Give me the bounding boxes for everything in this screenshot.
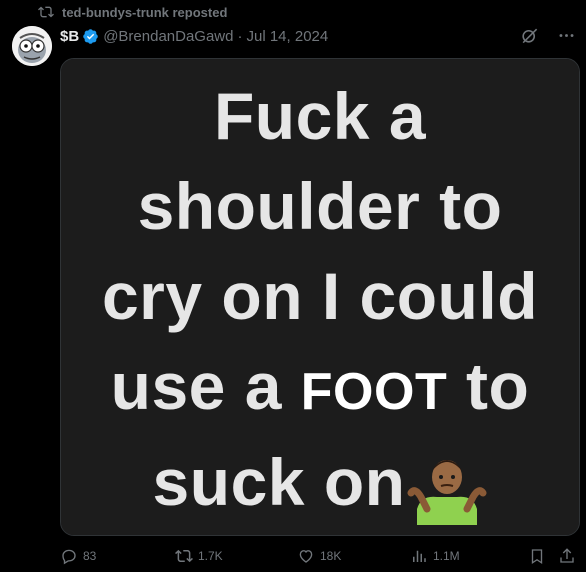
meme-line-2: shoulder to	[137, 168, 503, 243]
heart-icon	[299, 550, 313, 563]
more-options-icon[interactable]	[557, 26, 576, 45]
repost-icon	[38, 6, 54, 18]
views-icon	[413, 550, 426, 562]
avatar[interactable]	[12, 26, 52, 66]
meme-line-3: cry on I could	[101, 258, 539, 333]
tweet-media[interactable]: Fuck a shoulder to cry on I could use a …	[60, 58, 580, 536]
post-date[interactable]: Jul 14, 2024	[247, 28, 329, 45]
meme-line-1: Fuck a	[213, 78, 427, 153]
header-actions	[520, 26, 576, 45]
meme-line-4-pre: use a	[110, 348, 282, 423]
tweet-actions: 83 1.7K 18K 1.1M	[60, 545, 574, 567]
tweet-header: $B @BrendanDaGawd · Jul 14, 2024	[60, 26, 574, 46]
share-icon	[560, 548, 574, 563]
repost-count: 1.7K	[198, 549, 223, 563]
meme-line-5: suck on	[153, 437, 488, 528]
repost-button[interactable]: 1.7K	[175, 547, 223, 565]
like-count: 18K	[320, 549, 342, 563]
bookmark-button[interactable]	[528, 547, 546, 565]
share-button[interactable]	[558, 547, 576, 565]
views-button[interactable]: 1.1M	[410, 547, 460, 565]
user-handle[interactable]: @BrendanDaGawd	[103, 28, 233, 45]
meme-line-4: use a FOOT to	[111, 341, 530, 437]
repost-context[interactable]: ted-bundys-trunk reposted	[38, 4, 227, 20]
display-name[interactable]: $B	[60, 28, 79, 45]
meme-line-4-emph: FOOT	[300, 362, 448, 421]
like-button[interactable]: 18K	[297, 547, 341, 565]
meme-line-4-post: to	[466, 348, 530, 423]
meme-line-5-text: suck on	[152, 444, 406, 519]
bookmark-icon	[531, 549, 543, 565]
shrug-emoji-icon	[407, 460, 487, 526]
grok-icon[interactable]	[520, 26, 539, 45]
avatar-image	[12, 26, 52, 66]
repost-text: ted-bundys-trunk reposted	[62, 4, 228, 20]
verified-badge-icon	[83, 28, 98, 44]
reply-icon	[62, 549, 76, 565]
meme-image: Fuck a shoulder to cry on I could use a …	[61, 59, 579, 535]
repost-icon	[175, 549, 193, 563]
views-count: 1.1M	[433, 549, 460, 563]
reply-count: 83	[83, 549, 97, 563]
separator-dot: ·	[237, 27, 243, 45]
reply-button[interactable]: 83	[60, 547, 96, 565]
